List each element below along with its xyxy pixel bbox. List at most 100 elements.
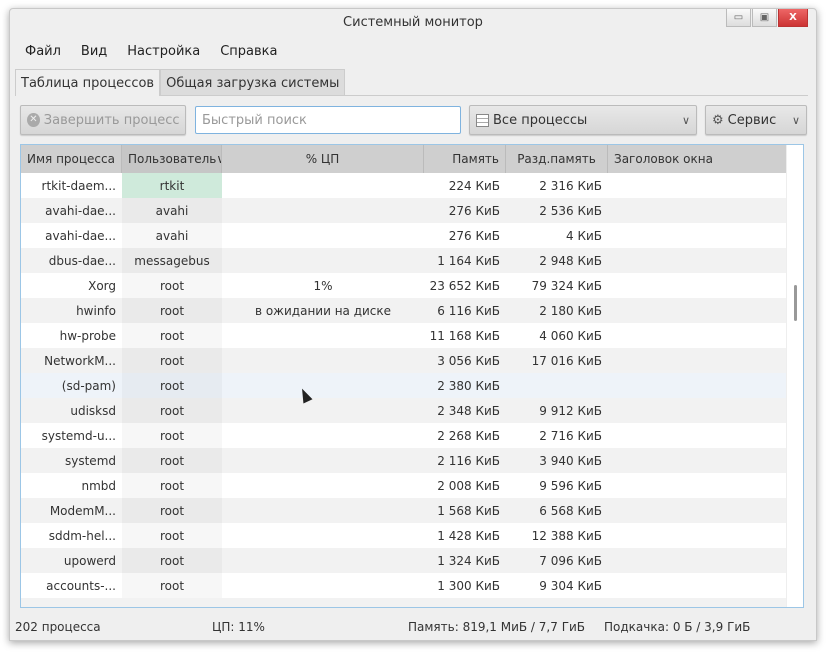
col-shared-memory[interactable]: Разд.память <box>506 145 608 173</box>
tab-process-table[interactable]: Таблица процессов <box>15 69 161 96</box>
user-cell: root <box>122 348 222 373</box>
user-cell: root <box>122 473 222 498</box>
cpu-cell <box>222 448 424 473</box>
scrollbar[interactable] <box>786 145 803 607</box>
table-row[interactable]: upowerd root 1 324 КиБ 7 096 КиБ <box>21 548 803 573</box>
table-row[interactable]: sddm-hel... root 1 428 КиБ 12 388 КиБ <box>21 523 803 548</box>
process-table: Имя процесса Пользователь∨ % ЦП Память Р… <box>20 144 804 608</box>
shared-memory-cell: 2 536 КиБ <box>539 203 602 218</box>
window-title-cell <box>608 223 786 248</box>
memory-cell: 11 168 КиБ <box>429 328 500 343</box>
window-title-cell <box>608 173 786 198</box>
memory-cell: 276 КиБ <box>448 228 500 243</box>
process-name-cell: avahi-dae... <box>45 228 116 243</box>
window-title-cell <box>608 448 786 473</box>
shared-memory-cell: 2 716 КиБ <box>539 428 602 443</box>
user-cell: root <box>122 498 222 523</box>
process-name-cell: dbus-dae... <box>48 253 116 268</box>
window-title-cell <box>608 348 786 373</box>
cpu-cell <box>222 248 424 273</box>
shared-memory-cell: 79 324 КиБ <box>531 278 602 293</box>
user-cell: root <box>122 398 222 423</box>
table-row[interactable]: ModemM... root 1 568 КиБ 6 568 КиБ <box>21 498 803 523</box>
table-row[interactable]: rtkit-daem... rtkit 224 КиБ 2 316 КиБ <box>21 173 803 198</box>
table-row[interactable]: (sd-pam) root 2 380 КиБ <box>21 373 803 398</box>
window-title-cell <box>608 398 786 423</box>
menu-settings[interactable]: Настройка <box>117 44 210 59</box>
kill-process-button[interactable]: ✕ Завершить процесс... <box>20 105 186 135</box>
process-name-cell: nmbd <box>81 478 116 493</box>
menu-help[interactable]: Справка <box>210 44 287 59</box>
cpu-cell <box>222 198 424 223</box>
table-row[interactable]: NetworkM... root 3 056 КиБ 17 016 КиБ <box>21 348 803 373</box>
user-cell: root <box>122 273 222 298</box>
window-title-cell <box>608 323 786 348</box>
shared-memory-cell: 6 568 КиБ <box>539 503 602 518</box>
process-name-cell: systemd <box>65 453 116 468</box>
cpu-cell <box>222 398 424 423</box>
cpu-usage: ЦП: 11% <box>212 620 265 634</box>
process-count: 202 процесса <box>15 620 101 634</box>
process-name-cell: NetworkM... <box>44 353 116 368</box>
search-input[interactable]: Быстрый поиск <box>195 106 461 134</box>
col-memory[interactable]: Память <box>424 145 506 173</box>
col-cpu[interactable]: % ЦП <box>222 145 424 173</box>
shared-memory-cell: 17 016 КиБ <box>531 353 602 368</box>
cpu-cell <box>222 573 424 598</box>
gear-icon: ⚙ <box>712 112 724 128</box>
window-title: Системный монитор <box>343 15 483 30</box>
col-user[interactable]: Пользователь∨ <box>122 145 222 173</box>
shared-memory-cell: 7 096 КиБ <box>539 553 602 568</box>
tab-system-load[interactable]: Общая загрузка системы <box>160 69 346 95</box>
minimize-button[interactable]: ▭ <box>726 9 751 27</box>
window-title-cell <box>608 573 786 598</box>
table-row[interactable]: udisksd root 2 348 КиБ 9 912 КиБ <box>21 398 803 423</box>
table-row[interactable]: hwinfo root в ожидании на диске 6 116 КиБ 2 … <box>21 298 803 323</box>
user-cell: root <box>122 298 222 323</box>
process-name-cell: Xorg <box>88 278 116 293</box>
process-filter-select[interactable]: Все процессы ∨ <box>469 105 697 135</box>
memory-cell: 1 300 КиБ <box>437 578 500 593</box>
table-row[interactable]: systemd root 2 116 КиБ 3 940 КиБ <box>21 448 803 473</box>
process-name-cell: avahi-dae... <box>45 203 116 218</box>
scrollbar-thumb[interactable] <box>794 285 797 321</box>
table-row[interactable]: systemd-u... root 2 268 КиБ 2 716 КиБ <box>21 423 803 448</box>
table-row[interactable]: accounts-... root 1 300 КиБ 9 304 КиБ <box>21 573 803 598</box>
cpu-cell <box>222 323 424 348</box>
process-name-cell: upowerd <box>63 553 116 568</box>
kill-icon: ✕ <box>27 113 40 127</box>
table-row[interactable]: dbus-dae... messagebus 1 164 КиБ 2 948 КиБ <box>21 248 803 273</box>
memory-cell: 3 056 КиБ <box>437 353 500 368</box>
cpu-cell <box>222 473 424 498</box>
memory-cell: 2 116 КиБ <box>437 453 500 468</box>
tools-button[interactable]: ⚙ Сервис ∨ <box>705 105 807 135</box>
swap-usage: Подкачка: 0 Б / 3,9 ГиБ <box>604 620 751 634</box>
shared-memory-cell: 4 КиБ <box>566 228 602 243</box>
table-row[interactable]: Xorg root 1% 23 652 КиБ 79 324 КиБ <box>21 273 803 298</box>
process-name-cell: (sd-pam) <box>61 378 116 393</box>
close-button[interactable]: X <box>778 9 808 27</box>
menu-view[interactable]: Вид <box>71 44 117 59</box>
tools-label: Сервис <box>727 112 777 128</box>
memory-cell: 1 428 КиБ <box>437 528 500 543</box>
table-row-partial[interactable] <box>21 598 803 607</box>
cpu-cell <box>222 348 424 373</box>
window-title-cell <box>608 473 786 498</box>
user-cell: root <box>122 423 222 448</box>
user-cell: root <box>122 523 222 548</box>
col-window-title[interactable]: Заголовок окна <box>608 145 788 173</box>
table-row[interactable]: avahi-dae... avahi 276 КиБ 2 536 КиБ <box>21 198 803 223</box>
table-row[interactable]: avahi-dae... avahi 276 КиБ 4 КиБ <box>21 223 803 248</box>
shared-memory-cell: 2 948 КиБ <box>539 253 602 268</box>
table-row[interactable]: nmbd root 2 008 КиБ 9 596 КиБ <box>21 473 803 498</box>
menu-bar: Файл Вид Настройка Справка <box>15 44 288 59</box>
tab-bar: Таблица процессов Общая загрузка системы <box>15 69 808 96</box>
maximize-button[interactable]: ▣ <box>752 9 777 27</box>
table-row[interactable]: hw-probe root 11 168 КиБ 4 060 КиБ <box>21 323 803 348</box>
menu-file[interactable]: Файл <box>15 44 71 59</box>
user-cell: root <box>122 573 222 598</box>
cpu-cell <box>222 223 424 248</box>
window-title-cell <box>608 198 786 223</box>
process-name-cell: ModemM... <box>49 503 116 518</box>
col-name[interactable]: Имя процесса <box>21 145 122 173</box>
